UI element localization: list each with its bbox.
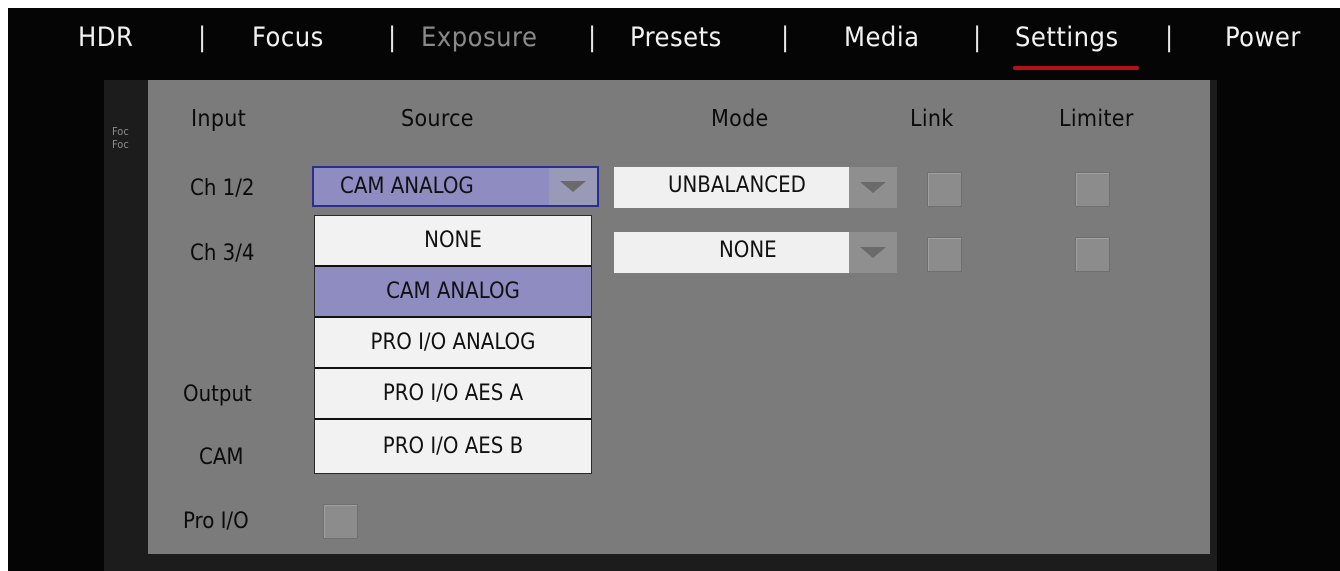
header-source: Source — [401, 106, 474, 132]
cam-label: CAM — [199, 445, 244, 470]
menu-power[interactable]: Power — [1225, 22, 1301, 53]
source-dropdown-list: NONE CAM ANALOG PRO I/O ANALOG PRO I/O A… — [314, 215, 592, 474]
menu-exposure[interactable]: Exposure — [421, 22, 537, 53]
header-link: Link — [910, 106, 954, 132]
dropdown-option-pro-io-aes-a[interactable]: PRO I/O AES A — [315, 369, 591, 420]
menu-media[interactable]: Media — [844, 22, 919, 53]
source-select-ch12[interactable]: CAM ANALOG — [312, 166, 599, 207]
menu-hdr[interactable]: HDR — [78, 22, 133, 53]
chevron-down-icon[interactable] — [549, 168, 597, 205]
header-input: Input — [191, 106, 247, 132]
camera-screen: HDR | Focus | Exposure | Presets | Media… — [8, 8, 1340, 571]
link-checkbox-ch34[interactable] — [927, 237, 962, 272]
dropdown-option-pro-io-analog[interactable]: PRO I/O ANALOG — [315, 318, 591, 369]
link-checkbox-ch12[interactable] — [927, 172, 962, 207]
source-value: CAM ANALOG — [340, 174, 474, 199]
menu-separator: | — [588, 22, 597, 53]
chevron-down-icon[interactable] — [849, 232, 897, 273]
dropdown-option-pro-io-aes-b[interactable]: PRO I/O AES B — [315, 420, 591, 473]
chevron-down-icon[interactable] — [849, 167, 897, 208]
background-text: Foc — [112, 138, 129, 151]
mode-value: UNBALANCED — [668, 173, 806, 198]
top-menu-bar: HDR | Focus | Exposure | Presets | Media… — [8, 8, 1340, 78]
row-label-ch12: Ch 1/2 — [190, 176, 255, 201]
menu-separator: | — [1165, 22, 1174, 53]
header-mode: Mode — [711, 106, 769, 132]
dropdown-option-cam-analog[interactable]: CAM ANALOG — [315, 267, 591, 318]
menu-separator: | — [388, 22, 397, 53]
pro-io-label: Pro I/O — [183, 509, 249, 534]
menu-presets[interactable]: Presets — [630, 22, 722, 53]
limiter-checkbox-ch34[interactable] — [1075, 237, 1110, 272]
output-label: Output — [183, 382, 252, 407]
menu-settings[interactable]: Settings — [1015, 22, 1119, 53]
dropdown-option-none[interactable]: NONE — [315, 216, 591, 267]
mode-value: NONE — [719, 238, 777, 263]
mode-select-ch34[interactable]: NONE — [614, 232, 897, 273]
active-menu-underline — [1013, 66, 1139, 70]
menu-focus[interactable]: Focus — [252, 22, 324, 53]
audio-settings-dialog: Input Source Mode Link Limiter Ch 1/2 CA… — [148, 80, 1210, 554]
pro-io-checkbox[interactable] — [323, 504, 358, 539]
limiter-checkbox-ch12[interactable] — [1075, 172, 1110, 207]
row-label-ch34: Ch 3/4 — [190, 241, 255, 266]
mode-select-ch12[interactable]: UNBALANCED — [614, 167, 897, 208]
menu-separator: | — [198, 22, 207, 53]
background-text: Foc — [112, 125, 129, 138]
menu-separator: | — [781, 22, 790, 53]
header-limiter: Limiter — [1059, 106, 1134, 132]
menu-separator: | — [973, 22, 982, 53]
